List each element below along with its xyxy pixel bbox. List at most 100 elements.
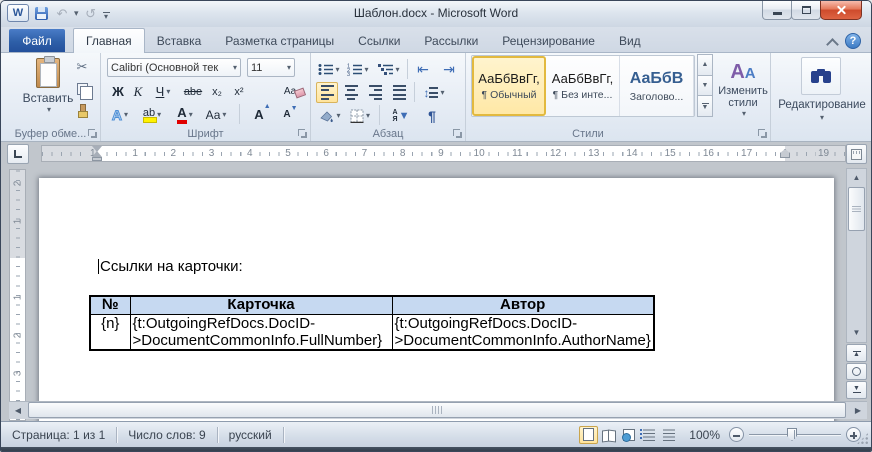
italic-button[interactable]: К xyxy=(129,81,147,102)
highlight-dropdown-icon[interactable]: ▾ xyxy=(157,110,161,119)
grow-font-button[interactable]: А xyxy=(247,104,271,125)
borders-button[interactable]: ▾ xyxy=(346,105,374,126)
bullets-button[interactable]: ▾ xyxy=(316,59,342,80)
ribbon-tab[interactable]: Вид xyxy=(607,29,653,53)
scroll-up-button[interactable]: ▲ xyxy=(847,169,866,185)
maximize-button[interactable] xyxy=(791,1,821,20)
zoom-in-button[interactable] xyxy=(846,427,861,442)
zoom-level[interactable]: 100% xyxy=(689,428,720,442)
strikethrough-button[interactable]: abe xyxy=(181,81,205,102)
print-layout-view-button[interactable] xyxy=(579,426,598,444)
sort-button[interactable]: АЯ ▼ xyxy=(387,105,415,126)
tab-file[interactable]: Файл xyxy=(9,29,65,52)
subscript-button[interactable]: x₂ xyxy=(207,81,227,102)
ribbon-tab[interactable]: Ссылки xyxy=(346,29,412,53)
font-size-combo[interactable]: 11 ▾ xyxy=(247,58,295,77)
draft-view-button[interactable] xyxy=(659,426,678,444)
change-styles-dropdown-icon[interactable]: ▾ xyxy=(742,109,746,118)
document-table[interactable]: № Карточка Автор {n} {t:OutgoingRefDocs.… xyxy=(89,295,655,351)
zoom-out-button[interactable] xyxy=(729,427,744,442)
ribbon-tab[interactable]: Рецензирование xyxy=(490,29,607,53)
zoom-slider-track[interactable] xyxy=(749,427,841,442)
next-page-button[interactable]: ▼ xyxy=(846,381,867,399)
web-layout-view-button[interactable] xyxy=(619,426,638,444)
line-spacing-dropdown-icon[interactable]: ▾ xyxy=(440,88,444,97)
help-button[interactable]: ? xyxy=(845,33,861,49)
ribbon-tab[interactable]: Главная xyxy=(73,28,145,53)
table-cell[interactable]: {t:OutgoingRefDocs.DocID->DocumentCommon… xyxy=(130,314,392,350)
line-spacing-button[interactable]: ↕▾ xyxy=(419,82,449,103)
underline-button[interactable]: Ч▾ xyxy=(149,81,177,102)
text-effects-button[interactable]: А▾ xyxy=(107,104,133,125)
table-header-cell[interactable]: Карточка xyxy=(130,296,392,314)
language-indicator[interactable]: русский xyxy=(218,428,283,442)
bold-button[interactable]: Ж xyxy=(109,81,127,102)
decrease-indent-button[interactable]: ⇤ xyxy=(411,59,435,80)
styles-dialog-launcher[interactable] xyxy=(757,128,767,138)
styles-scroll-up[interactable]: ▲ xyxy=(697,54,713,76)
bullets-dropdown-icon[interactable]: ▾ xyxy=(335,65,339,74)
table-cell[interactable]: {n} xyxy=(90,314,130,350)
view-ruler-toggle[interactable] xyxy=(846,144,867,164)
undo-dropdown[interactable]: ▾ xyxy=(74,8,79,19)
undo-button[interactable]: ↶ xyxy=(53,4,71,22)
table-header-cell[interactable]: № xyxy=(90,296,130,314)
clipboard-dialog-launcher[interactable] xyxy=(87,128,97,138)
underline-dropdown-icon[interactable]: ▾ xyxy=(166,87,170,96)
shading-button[interactable]: ▾ xyxy=(316,105,344,126)
align-center-button[interactable] xyxy=(340,82,362,103)
superscript-button[interactable]: x² xyxy=(229,81,249,102)
save-button[interactable] xyxy=(32,4,50,22)
editing-dropdown-icon[interactable]: ▾ xyxy=(771,113,872,122)
ribbon-tab[interactable]: Рассылки xyxy=(412,29,490,53)
align-left-button[interactable] xyxy=(316,82,338,103)
show-marks-button[interactable]: ¶ xyxy=(421,105,443,126)
fullscreen-reading-view-button[interactable] xyxy=(599,426,618,444)
style-item[interactable]: АаБбВвГг, ¶ Без инте... xyxy=(546,56,620,116)
vertical-scroll-thumb[interactable] xyxy=(848,187,865,231)
change-styles-button[interactable]: А А Изменить стили ▾ xyxy=(718,56,768,124)
word-count[interactable]: Число слов: 9 xyxy=(117,428,216,442)
shading-dropdown-icon[interactable]: ▾ xyxy=(336,111,340,120)
scroll-down-button[interactable]: ▼ xyxy=(847,324,866,340)
horizontal-scroll-thumb[interactable] xyxy=(28,402,846,418)
ribbon-tab[interactable]: Разметка страницы xyxy=(213,29,346,53)
previous-page-button[interactable]: ▲ xyxy=(846,344,867,362)
editing-button[interactable] xyxy=(801,57,841,95)
clear-formatting-button[interactable]: Аа xyxy=(277,81,303,102)
font-color-dropdown-icon[interactable]: ▾ xyxy=(189,110,193,119)
format-painter-button[interactable] xyxy=(71,101,93,121)
borders-dropdown-icon[interactable]: ▾ xyxy=(366,111,370,120)
styles-gallery-more[interactable]: ▼ xyxy=(697,95,713,117)
scroll-left-button[interactable]: ◀ xyxy=(10,402,26,418)
table-header-cell[interactable]: Автор xyxy=(392,296,654,314)
collapse-ribbon-icon[interactable] xyxy=(828,37,837,46)
numbering-button[interactable]: 123 ▾ xyxy=(345,59,371,80)
outline-view-button[interactable] xyxy=(639,426,658,444)
horizontal-ruler[interactable]: 1 1234567891011121314151617 19 xyxy=(41,145,846,162)
shrink-font-button[interactable]: А xyxy=(275,104,299,125)
copy-button[interactable] xyxy=(71,79,93,99)
minimize-button[interactable] xyxy=(762,1,792,20)
change-case-dropdown-icon[interactable]: ▾ xyxy=(222,110,226,119)
redo-button[interactable]: ↺ xyxy=(82,4,100,22)
styles-scroll-down[interactable]: ▼ xyxy=(697,75,713,97)
font-color-button[interactable]: А▾ xyxy=(171,104,199,125)
document-page[interactable]: Ссылки на карточки: № Карточка Автор {n}… xyxy=(39,178,834,421)
select-browse-object-button[interactable] xyxy=(846,363,867,380)
multilevel-dropdown-icon[interactable]: ▾ xyxy=(395,65,399,74)
style-item[interactable]: АаБбВ Заголово... xyxy=(620,56,694,116)
ribbon-tab[interactable]: Вставка xyxy=(145,29,214,53)
left-indent-marker[interactable] xyxy=(92,157,102,161)
highlight-button[interactable]: ab▾ xyxy=(137,104,167,125)
font-name-combo[interactable]: Calibri (Основной тек ▾ xyxy=(107,58,241,77)
document-paragraph[interactable]: Ссылки на карточки: xyxy=(98,258,243,275)
customize-qat-button[interactable]: ▾ xyxy=(103,9,110,18)
word-app-icon[interactable]: W xyxy=(7,4,29,22)
zoom-slider-thumb[interactable] xyxy=(787,428,797,441)
table-cell[interactable]: {t:OutgoingRefDocs.DocID->DocumentCommon… xyxy=(392,314,654,350)
paragraph-dialog-launcher[interactable] xyxy=(452,128,462,138)
scroll-right-button[interactable]: ▶ xyxy=(850,402,866,418)
font-dialog-launcher[interactable] xyxy=(297,128,307,138)
numbering-dropdown-icon[interactable]: ▾ xyxy=(364,65,368,74)
